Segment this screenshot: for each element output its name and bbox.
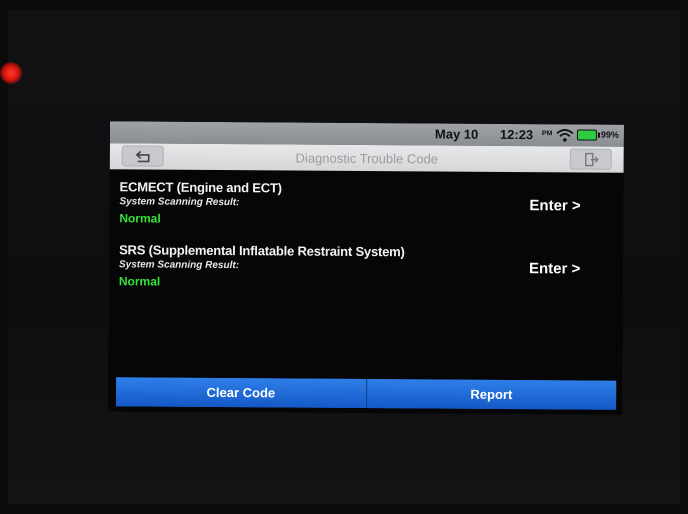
enter-button[interactable]: Enter > bbox=[529, 260, 580, 277]
scan-result-status: Normal bbox=[119, 211, 161, 226]
status-date: May 10 bbox=[434, 126, 479, 142]
list-item: SRS (Supplemental Inflatable Restraint S… bbox=[119, 242, 405, 290]
page-title: Diagnostic Trouble Code bbox=[295, 150, 438, 167]
scan-result-status: Normal bbox=[118, 274, 161, 289]
system-list: ECMECT (Engine and ECT) System Scanning … bbox=[108, 169, 623, 379]
battery-icon bbox=[576, 129, 597, 141]
battery-percent: 99% bbox=[600, 129, 619, 140]
enter-button[interactable]: Enter > bbox=[529, 197, 580, 214]
wifi-icon bbox=[556, 128, 574, 142]
action-bar: Clear Code Report bbox=[116, 377, 617, 410]
device-screen: May 10 12:23 PM 99% Diagnostic Trouble C… bbox=[107, 121, 625, 415]
clear-code-button[interactable]: Clear Code bbox=[116, 377, 366, 409]
exit-button[interactable] bbox=[569, 148, 612, 170]
title-bar: Diagnostic Trouble Code bbox=[109, 143, 624, 173]
scan-result-label: System Scanning Result: bbox=[119, 196, 240, 209]
system-name: SRS (Supplemental Inflatable Restraint S… bbox=[119, 242, 405, 260]
system-name: ECMECT (Engine and ECT) bbox=[119, 179, 282, 196]
status-ampm: PM bbox=[541, 130, 553, 138]
indicator-light bbox=[0, 62, 22, 84]
exit-icon bbox=[585, 152, 599, 167]
scan-result-label: System Scanning Result: bbox=[118, 259, 240, 272]
report-button[interactable]: Report bbox=[365, 379, 617, 410]
list-item: ECMECT (Engine and ECT) System Scanning … bbox=[119, 179, 282, 226]
status-time: 12:23 bbox=[499, 126, 534, 143]
